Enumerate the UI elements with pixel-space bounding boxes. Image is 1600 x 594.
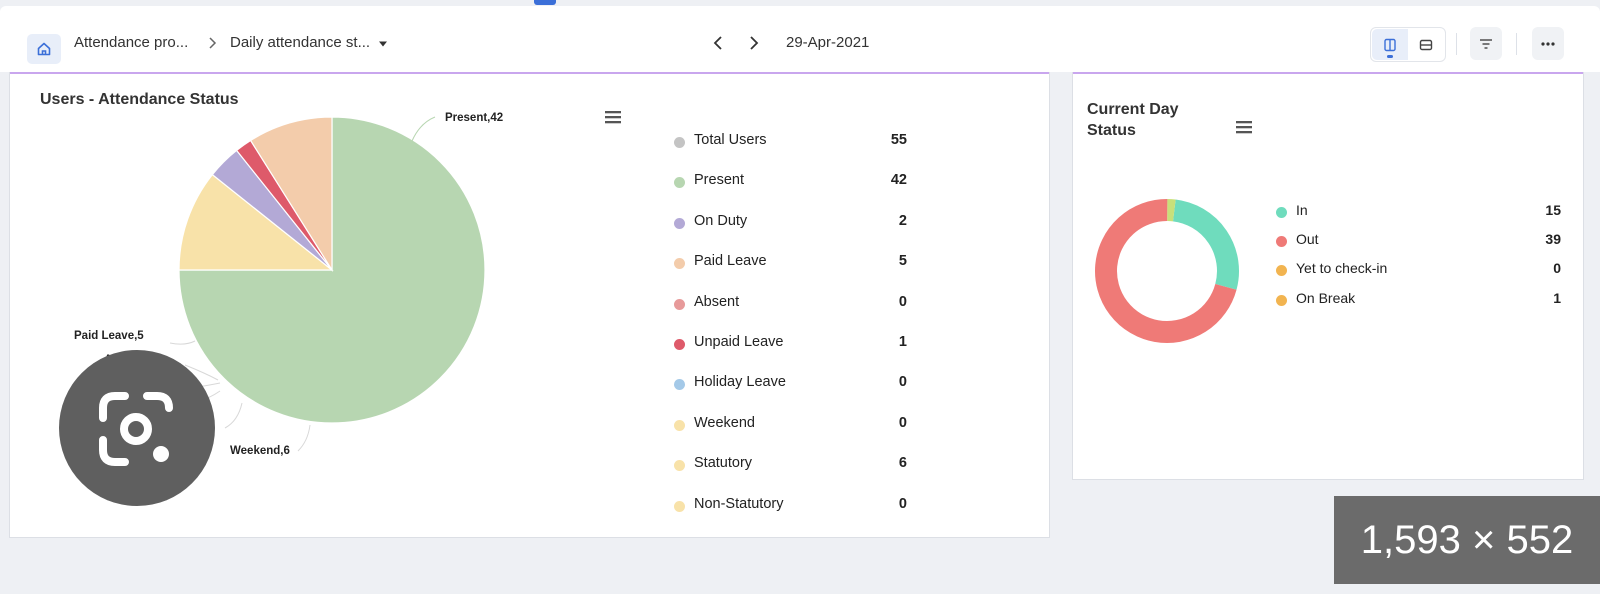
legend-label: Statutory	[694, 455, 753, 472]
header-bar: Attendance pro... Daily attendance st...…	[0, 6, 1600, 72]
legend-marker	[674, 258, 685, 270]
legend-item-present[interactable]: Present	[674, 172, 744, 189]
legend-item-statutory[interactable]: Statutory	[674, 455, 753, 472]
legend-label: Yet to check-in	[1296, 260, 1388, 277]
more-options-button[interactable]	[1532, 27, 1564, 60]
legend-item-total-users[interactable]: Total Users	[674, 132, 767, 148]
legend-label: Unpaid Leave	[694, 334, 784, 350]
legend-value-holiday-leave: 0	[898, 374, 907, 391]
google-lens-overlay[interactable]	[59, 350, 215, 506]
breadcrumb-daily-attendance[interactable]: Daily attendance st...	[230, 34, 370, 51]
filter-button[interactable]	[1470, 27, 1502, 60]
row-layout-icon	[1419, 39, 1433, 50]
legend-label: On Duty	[694, 212, 748, 229]
more-horizontal-icon	[1541, 41, 1555, 46]
column-view-button[interactable]	[1372, 29, 1408, 60]
toolbar-divider	[1456, 33, 1457, 55]
legend-value-statutory: 6	[898, 455, 907, 472]
toolbar-divider	[1516, 33, 1517, 55]
home-icon	[37, 42, 51, 56]
legend-value-on-duty: 2	[898, 212, 907, 229]
legend-item-on-break[interactable]: On Break	[1276, 290, 1355, 306]
legend-item-weekend[interactable]: Weekend	[674, 415, 755, 431]
current-day-status-panel: Current Day Status In 15 Out 39 Yet to check…	[1072, 72, 1584, 480]
column-layout-icon	[1384, 38, 1396, 51]
previous-date-icon[interactable]	[710, 34, 726, 52]
legend-value-non-statutory: 0	[898, 495, 907, 512]
current-date: 29-Apr-2021	[786, 34, 870, 51]
legend-marker	[674, 177, 685, 189]
legend-label: Out	[1296, 231, 1319, 248]
status-donut-chart	[1095, 199, 1239, 343]
legend-marker	[1276, 236, 1287, 248]
legend-label: In	[1296, 202, 1308, 218]
breadcrumb-dropdown-icon[interactable]	[378, 40, 388, 48]
legend-value-absent: 0	[898, 293, 907, 310]
legend-item-unpaid-leave[interactable]: Unpaid Leave	[674, 334, 784, 350]
home-button[interactable]	[27, 34, 61, 64]
row-view-button[interactable]	[1408, 29, 1444, 60]
legend-marker	[674, 460, 685, 472]
legend-marker	[1276, 294, 1287, 306]
legend-value-total-users: 55	[890, 132, 907, 148]
legend-marker	[674, 379, 685, 391]
view-toggle-group	[1370, 27, 1446, 62]
legend-label: On Break	[1296, 289, 1356, 306]
breadcrumb-separator-icon	[209, 37, 217, 49]
legend-label: Present	[694, 172, 744, 189]
legend-marker	[674, 500, 685, 512]
legend-item-absent[interactable]: Absent	[674, 294, 739, 310]
pie-label-connector	[411, 116, 436, 142]
pie-label-connector	[224, 402, 243, 429]
donut-slice-in[interactable]	[1172, 199, 1239, 290]
legend-marker	[1276, 207, 1287, 218]
top-accent-marker	[534, 0, 556, 5]
legend-item-non-statutory[interactable]: Non-Statutory	[674, 496, 783, 512]
legend-item-yet-to-check-in[interactable]: Yet to check-in	[1276, 260, 1388, 277]
filter-icon	[1480, 38, 1492, 49]
legend-item-holiday-leave[interactable]: Holiday Leave	[674, 374, 786, 391]
legend-marker	[674, 137, 685, 148]
pie-label-connector	[297, 424, 311, 452]
pie-data-label: Weekend,6	[230, 445, 290, 457]
legend-marker	[674, 419, 685, 431]
pie-data-label: Present,42	[445, 112, 503, 124]
legend-value-on-break: 1	[1553, 289, 1561, 306]
legend-label: Holiday Leave	[694, 374, 786, 391]
legend-label: Weekend	[694, 414, 755, 431]
legend-label: Absent	[694, 293, 740, 310]
legend-marker	[674, 298, 685, 310]
pie-label-connector	[169, 340, 196, 345]
legend-item-in[interactable]: In	[1276, 202, 1308, 218]
lens-icon	[99, 392, 173, 466]
image-dimensions-badge: 1,593 × 552	[1334, 496, 1600, 584]
legend-marker	[674, 217, 685, 229]
legend-marker	[674, 339, 685, 350]
legend-value-present: 42	[890, 172, 907, 189]
legend-marker	[1276, 265, 1287, 277]
legend-value-in: 15	[1545, 202, 1561, 218]
legend-value-paid-leave: 5	[898, 253, 907, 270]
breadcrumb-attendance[interactable]: Attendance pro...	[74, 34, 188, 51]
next-date-icon[interactable]	[746, 34, 762, 52]
legend-item-on-duty[interactable]: On Duty	[674, 213, 747, 229]
legend-value-out: 39	[1545, 231, 1561, 248]
legend-label: Paid Leave	[694, 253, 767, 270]
legend-item-out[interactable]: Out	[1276, 231, 1319, 248]
legend-value-yet-to-check-in: 0	[1553, 260, 1561, 277]
legend-value-unpaid-leave: 1	[898, 334, 907, 350]
legend-label: Total Users	[694, 132, 767, 148]
legend-label: Non-Statutory	[694, 495, 784, 512]
pie-data-label: Paid Leave,5	[74, 330, 144, 342]
legend-item-paid-leave[interactable]: Paid Leave	[674, 253, 767, 270]
legend-value-weekend: 0	[898, 414, 907, 431]
